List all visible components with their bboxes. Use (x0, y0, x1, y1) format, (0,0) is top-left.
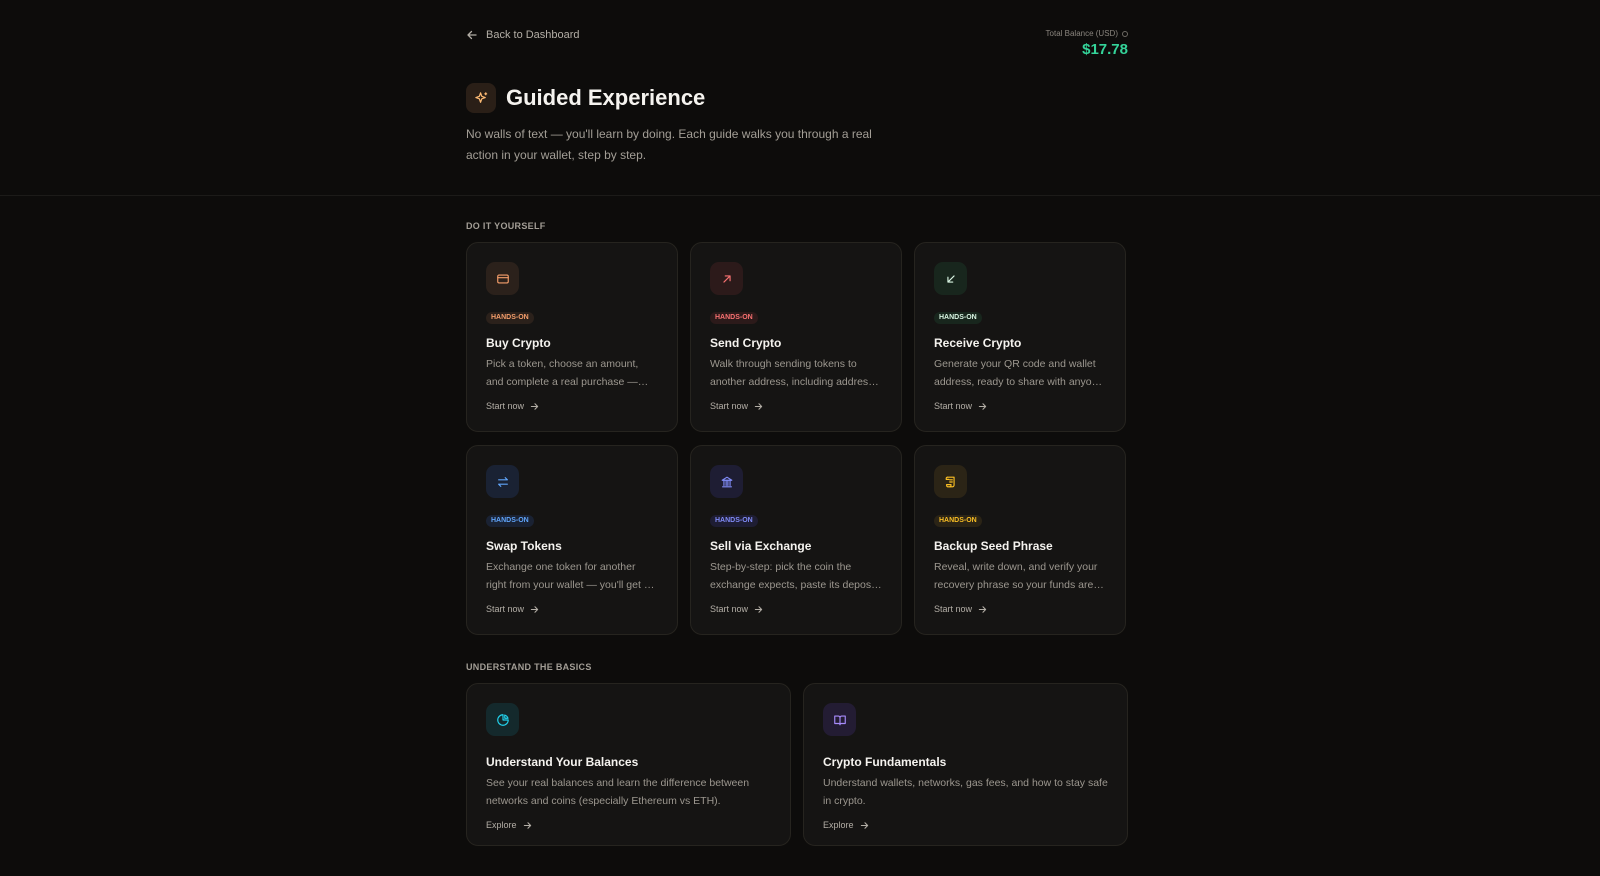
arrow-right-icon (978, 402, 987, 410)
title-row: Guided Experience (466, 83, 705, 113)
guide-icon-wrap (486, 262, 519, 295)
start-now-label: Start now (486, 604, 525, 614)
scroll-icon (945, 476, 955, 487)
start-now-label: Start now (934, 604, 973, 614)
guide-icon-wrap (710, 262, 743, 295)
guide-title: Send Crypto (710, 336, 782, 350)
balance-label-row: Total Balance (USD) (1046, 29, 1128, 38)
back-to-dashboard-link[interactable]: Back to Dashboard (466, 29, 580, 41)
start-now-link[interactable]: Start now (710, 401, 763, 411)
guide-description: Walk through sending tokens to another a… (710, 358, 874, 388)
arrow-left-icon (467, 30, 477, 40)
hands-on-badge: HANDS-ON (934, 312, 982, 324)
basics-card-understand-your-balances[interactable]: Understand Your Balances See your real ba… (466, 683, 791, 846)
guide-title: Swap Tokens (486, 539, 562, 553)
hands-on-badge: HANDS-ON (486, 312, 534, 324)
guide-description: Reveal, write down, and verify your reco… (934, 561, 1098, 591)
guide-title: Sell via Exchange (710, 539, 812, 553)
arrow-right-icon (530, 605, 539, 613)
basics-card-crypto-fundamentals[interactable]: Crypto Fundamentals Understand wallets, n… (803, 683, 1128, 846)
guide-description: Step-by-step: pick the coin the exchange… (710, 561, 877, 591)
guide-card-backup-seed-phrase[interactable]: HANDS-ON Backup Seed Phrase Reveal, write … (914, 445, 1126, 635)
basics-icon-wrap (823, 703, 856, 736)
guide-title: Backup Seed Phrase (934, 539, 1053, 553)
page-subtitle: No walls of text — you'll learn by doing… (466, 127, 872, 162)
back-label: Back to Dashboard (486, 29, 580, 41)
hands-on-badge: HANDS-ON (486, 515, 534, 527)
hands-on-badge: HANDS-ON (710, 515, 758, 527)
balance-value: $17.78 (1082, 41, 1128, 58)
page-header: Back to Dashboard Total Balance (USD) $1… (0, 0, 1600, 196)
sparkle-icon (466, 83, 496, 113)
guide-card-swap-tokens[interactable]: HANDS-ON Swap Tokens Exchange one token fo… (466, 445, 678, 635)
guide-card-receive-crypto[interactable]: HANDS-ON Receive Crypto Generate your QR c… (914, 242, 1126, 432)
basics-title: Crypto Fundamentals (823, 755, 947, 769)
page-title: Guided Experience (506, 85, 706, 110)
arrow-right-icon (530, 402, 539, 410)
explore-label: Explore (823, 820, 854, 830)
guide-title: Receive Crypto (934, 336, 1022, 350)
guide-icon-wrap (934, 465, 967, 498)
start-now-label: Start now (486, 401, 525, 411)
arrow-right-icon (523, 821, 531, 829)
explore-link[interactable]: Explore (823, 820, 869, 830)
basics-icon-wrap (486, 703, 519, 736)
balance-display: Total Balance (USD) $17.78 (1046, 29, 1128, 58)
pie-chart-icon (496, 713, 509, 726)
start-now-link[interactable]: Start now (486, 401, 539, 411)
start-now-label: Start now (934, 401, 973, 411)
start-now-label: Start now (710, 401, 749, 411)
arrow-right-icon (860, 821, 868, 829)
guide-description: Exchange one token for another right fro… (486, 561, 650, 591)
bank-icon (721, 476, 732, 487)
basics-description: See your real balances and learn the dif… (486, 777, 750, 807)
basics-description: Understand wallets, networks, gas fees, … (823, 777, 1108, 807)
guide-card-send-crypto[interactable]: HANDS-ON Send Crypto Walk through sending … (690, 242, 902, 432)
guide-card-buy-crypto[interactable]: HANDS-ON Buy Crypto Pick a token, choose a… (466, 242, 678, 432)
guide-card-sell-via-exchange[interactable]: HANDS-ON Sell via Exchange Step-by-step: p… (690, 445, 902, 635)
arrow-right-icon (754, 605, 763, 613)
start-now-link[interactable]: Start now (486, 604, 539, 614)
swap-arrows-icon (497, 476, 508, 487)
guide-icon-wrap (486, 465, 519, 498)
eye-icon[interactable] (1122, 30, 1128, 37)
arrow-right-icon (754, 402, 763, 410)
start-now-label: Start now (710, 604, 749, 614)
guide-description: Generate your QR code and wallet address… (934, 358, 1104, 388)
credit-card-icon (496, 273, 509, 284)
explore-link[interactable]: Explore (486, 820, 532, 830)
start-now-link[interactable]: Start now (934, 401, 987, 411)
arrow-right-icon (978, 605, 987, 613)
balance-label: Total Balance (USD) (1045, 29, 1118, 38)
guide-title: Buy Crypto (486, 336, 551, 350)
section-label-diy: DO IT YOURSELF (466, 221, 546, 231)
guide-description: Pick a token, choose an amount, and comp… (486, 358, 639, 388)
arrow-up-right-icon (722, 274, 731, 283)
book-icon (833, 714, 846, 725)
start-now-link[interactable]: Start now (710, 604, 763, 614)
hands-on-badge: HANDS-ON (710, 312, 758, 324)
explore-label: Explore (486, 820, 517, 830)
guide-icon-wrap (710, 465, 743, 498)
start-now-link[interactable]: Start now (934, 604, 987, 614)
guide-icon-wrap (934, 262, 967, 295)
basics-title: Understand Your Balances (486, 755, 639, 769)
arrow-down-left-icon (946, 274, 955, 283)
section-label-basics: UNDERSTAND THE BASICS (466, 662, 592, 672)
hands-on-badge: HANDS-ON (934, 515, 982, 527)
